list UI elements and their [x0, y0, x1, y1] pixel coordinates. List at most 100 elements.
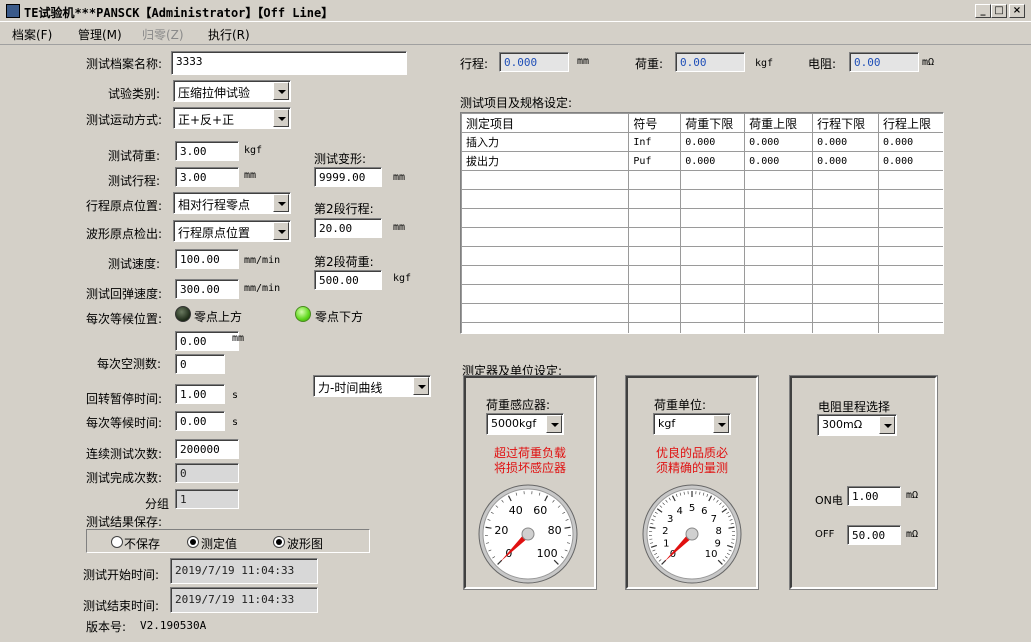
- test-type-select[interactable]: 压缩拉伸试验: [173, 80, 291, 102]
- empty-cell[interactable]: [878, 303, 943, 323]
- spec-cell-item[interactable]: 插入力: [461, 132, 630, 152]
- empty-cell[interactable]: [680, 189, 746, 209]
- chevron-down-icon[interactable]: [413, 377, 429, 395]
- empty-cell[interactable]: [461, 303, 630, 323]
- on-res-input[interactable]: 1.00: [847, 486, 901, 506]
- spec-header-load-max[interactable]: 荷重上限: [744, 113, 814, 133]
- spec-cell-stroke-min[interactable]: 0.000: [812, 151, 880, 171]
- stage2-load-input[interactable]: 500.00: [314, 270, 382, 290]
- chevron-down-icon[interactable]: [273, 194, 289, 212]
- chevron-down-icon[interactable]: [273, 222, 289, 240]
- empty-cell[interactable]: [744, 265, 814, 285]
- empty-cell[interactable]: [628, 284, 682, 304]
- stroke-input[interactable]: 3.00: [175, 167, 239, 187]
- chevron-down-icon[interactable]: [273, 109, 289, 127]
- empty-cell[interactable]: [878, 170, 943, 190]
- spec-cell-symbol[interactable]: Puf: [628, 151, 682, 171]
- empty-cell[interactable]: [628, 265, 682, 285]
- chevron-down-icon[interactable]: [273, 82, 289, 100]
- empty-cell[interactable]: [628, 227, 682, 247]
- table-row[interactable]: 拔出力 Puf 0.000 0.000 0.000 0.000: [461, 151, 943, 171]
- empty-cell[interactable]: [628, 189, 682, 209]
- spec-cell-symbol[interactable]: Inf: [628, 132, 682, 152]
- close-button[interactable]: ×: [1009, 4, 1025, 18]
- file-name-input[interactable]: 3333: [171, 51, 407, 75]
- menu-run[interactable]: 执行(R): [208, 26, 250, 43]
- table-row-empty[interactable]: [461, 303, 943, 323]
- stage2-stroke-input[interactable]: 20.00: [314, 218, 382, 238]
- spec-header-item[interactable]: 测定项目: [461, 113, 630, 133]
- empty-cell[interactable]: [878, 284, 943, 304]
- wave-origin-select[interactable]: 行程原点位置: [173, 220, 291, 242]
- empty-cell[interactable]: [812, 170, 880, 190]
- table-row-empty[interactable]: [461, 284, 943, 304]
- empty-cell[interactable]: [680, 284, 746, 304]
- empty-cell[interactable]: [680, 208, 746, 228]
- load-sensor-select[interactable]: 5000kgf: [486, 413, 564, 435]
- table-row[interactable]: 插入力 Inf 0.000 0.000 0.000 0.000: [461, 132, 943, 152]
- empty-cell[interactable]: [812, 227, 880, 247]
- empty-cell[interactable]: [812, 189, 880, 209]
- empty-cell[interactable]: [680, 246, 746, 266]
- table-row-empty[interactable]: [461, 170, 943, 190]
- save-wave-radio[interactable]: [273, 536, 285, 548]
- empty-cell[interactable]: [461, 170, 630, 190]
- empty-cell[interactable]: [878, 189, 943, 209]
- empty-cell[interactable]: [461, 265, 630, 285]
- menu-zero[interactable]: 归零(Z): [142, 26, 184, 43]
- menu-manage[interactable]: 管理(M): [78, 26, 122, 43]
- continuous-input[interactable]: 200000: [175, 439, 239, 459]
- minimize-button[interactable]: _: [975, 4, 991, 18]
- zero-below-led[interactable]: [295, 306, 311, 322]
- empty-cell[interactable]: [461, 284, 630, 304]
- empty-cell[interactable]: [744, 189, 814, 209]
- spec-cell-stroke-min[interactable]: 0.000: [812, 132, 880, 152]
- zero-above-led[interactable]: [175, 306, 191, 322]
- motion-select[interactable]: 正+反+正: [173, 107, 291, 129]
- group-input[interactable]: 1: [175, 489, 239, 509]
- empty-cell[interactable]: [812, 265, 880, 285]
- return-speed-input[interactable]: 300.00: [175, 279, 239, 299]
- table-row-empty[interactable]: [461, 246, 943, 266]
- empty-cell[interactable]: [744, 208, 814, 228]
- empty-cell[interactable]: [744, 246, 814, 266]
- spec-header-stroke-min[interactable]: 行程下限: [812, 113, 880, 133]
- empty-cell[interactable]: [812, 322, 880, 333]
- empty-cell[interactable]: [878, 208, 943, 228]
- spec-header-stroke-max[interactable]: 行程上限: [878, 113, 943, 133]
- empty-cell[interactable]: [812, 303, 880, 323]
- empty-cell[interactable]: [461, 227, 630, 247]
- curve-select[interactable]: 力-时间曲线: [313, 375, 431, 397]
- empty-cell[interactable]: [628, 208, 682, 228]
- save-value-radio[interactable]: [187, 536, 199, 548]
- deform-input[interactable]: 9999.00: [314, 167, 382, 187]
- load-input[interactable]: 3.00: [175, 141, 239, 161]
- speed-input[interactable]: 100.00: [175, 249, 239, 269]
- wait-time-input[interactable]: 0.00: [175, 411, 225, 431]
- off-res-input[interactable]: 50.00: [847, 525, 901, 545]
- empty-cell[interactable]: [744, 303, 814, 323]
- res-range-select[interactable]: 300mΩ: [817, 414, 897, 436]
- empty-cell[interactable]: [680, 170, 746, 190]
- empty-cell[interactable]: [461, 322, 630, 333]
- spec-cell-stroke-max[interactable]: 0.000: [878, 151, 943, 171]
- pause-input[interactable]: 1.00: [175, 384, 225, 404]
- empty-cell[interactable]: [744, 170, 814, 190]
- empty-cell[interactable]: [628, 170, 682, 190]
- empty-cell[interactable]: [878, 227, 943, 247]
- chevron-down-icon[interactable]: [879, 416, 895, 434]
- empty-cell[interactable]: [680, 227, 746, 247]
- save-none-radio[interactable]: [111, 536, 123, 548]
- empty-cell[interactable]: [878, 246, 943, 266]
- empty-cell[interactable]: [461, 189, 630, 209]
- empty-cell[interactable]: [680, 265, 746, 285]
- spec-cell-load-max[interactable]: 0.000: [744, 151, 814, 171]
- empty-cell[interactable]: [461, 246, 630, 266]
- empty-cell[interactable]: [812, 284, 880, 304]
- spec-cell-load-min[interactable]: 0.000: [680, 132, 746, 152]
- spec-cell-load-min[interactable]: 0.000: [680, 151, 746, 171]
- table-row-empty[interactable]: [461, 208, 943, 228]
- load-unit-select[interactable]: kgf: [653, 413, 731, 435]
- menu-file[interactable]: 档案(F): [12, 26, 52, 43]
- table-row-empty[interactable]: [461, 189, 943, 209]
